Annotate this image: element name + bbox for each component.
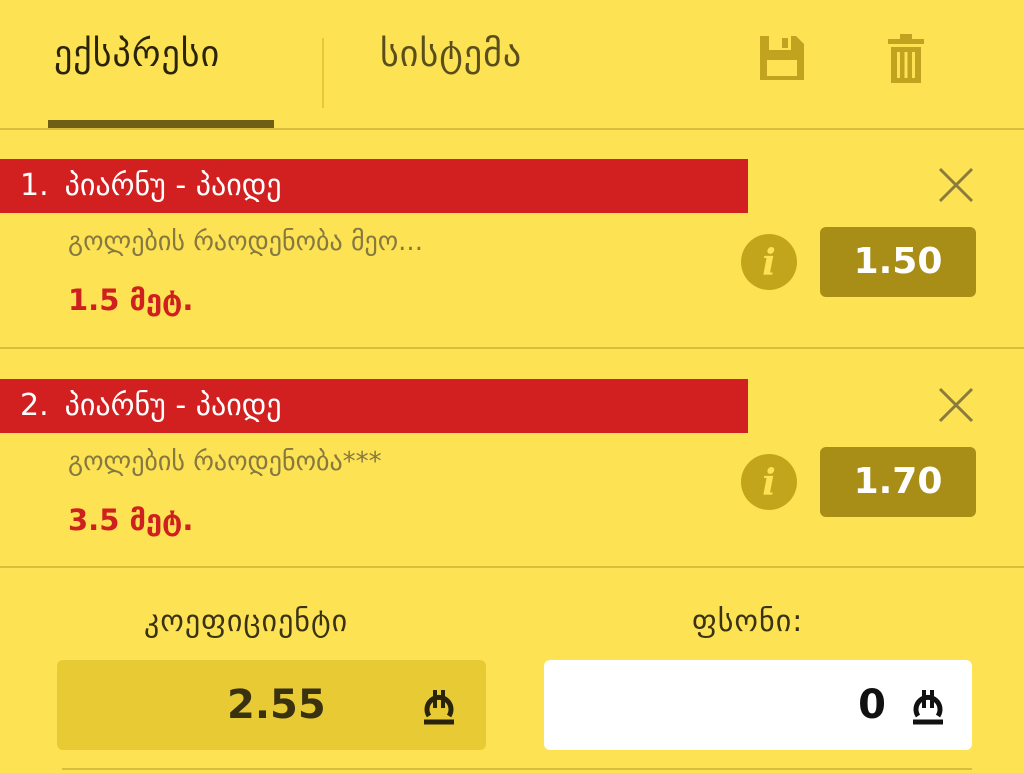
save-icon[interactable] (758, 34, 806, 86)
bet-selection: 3.5 მეტ. (68, 503, 194, 537)
bet-title-bar: 1. პიარნუ - პაიდე (0, 159, 748, 213)
bet-type-tabs: ექსპრესი სისტემა (0, 0, 1024, 128)
lari-icon (421, 686, 457, 730)
match-name: პიარნუ - პაიდე (64, 168, 282, 203)
stake-value: 0 (858, 682, 886, 728)
remove-bet-close-icon[interactable] (936, 385, 976, 425)
tab-express[interactable]: ექსპრესი (54, 34, 220, 84)
active-tab-indicator (48, 120, 274, 128)
total-coefficient-value: 2.55 (227, 682, 326, 728)
info-icon[interactable]: i (740, 453, 798, 515)
total-coefficient-box: 2.55 (57, 660, 486, 750)
bet-market: გოლების რაოდენობა*** (68, 447, 382, 477)
tab-system[interactable]: სისტემა (380, 34, 522, 84)
bet-selection: 1.5 მეტ. (68, 283, 194, 317)
divider (0, 347, 1024, 349)
bet-market: გოლების რაოდენობა მეო... (68, 227, 423, 257)
remove-bet-close-icon[interactable] (936, 165, 976, 205)
bet-number: 2. (20, 388, 49, 423)
info-icon[interactable]: i (740, 233, 798, 295)
bet-item-1: 1. პიარნუ - პაიდე გოლების რაოდენობა მეო..… (0, 159, 1024, 377)
divider (0, 566, 1024, 568)
svg-text:i: i (762, 242, 776, 284)
tab-separator (322, 38, 324, 108)
bet-number: 1. (20, 168, 49, 203)
lari-icon (910, 686, 946, 730)
bottom-divider (62, 768, 972, 770)
stake-input[interactable]: 0 (544, 660, 972, 750)
odds-button[interactable]: 1.70 (820, 447, 976, 517)
bet-title-bar: 2. პიარნუ - პაიდე (0, 379, 748, 433)
odds-button[interactable]: 1.50 (820, 227, 976, 297)
trash-icon[interactable] (886, 34, 926, 88)
bet-item-2: 2. პიარნუ - პაიდე გოლების რაოდენობა*** 3.… (0, 379, 1024, 597)
svg-text:i: i (762, 462, 776, 504)
coefficient-label: კოეფიციენტი (144, 604, 349, 639)
divider (0, 128, 1024, 130)
match-name: პიარნუ - პაიდე (64, 388, 282, 423)
stake-label: ფსონი: (692, 604, 804, 639)
